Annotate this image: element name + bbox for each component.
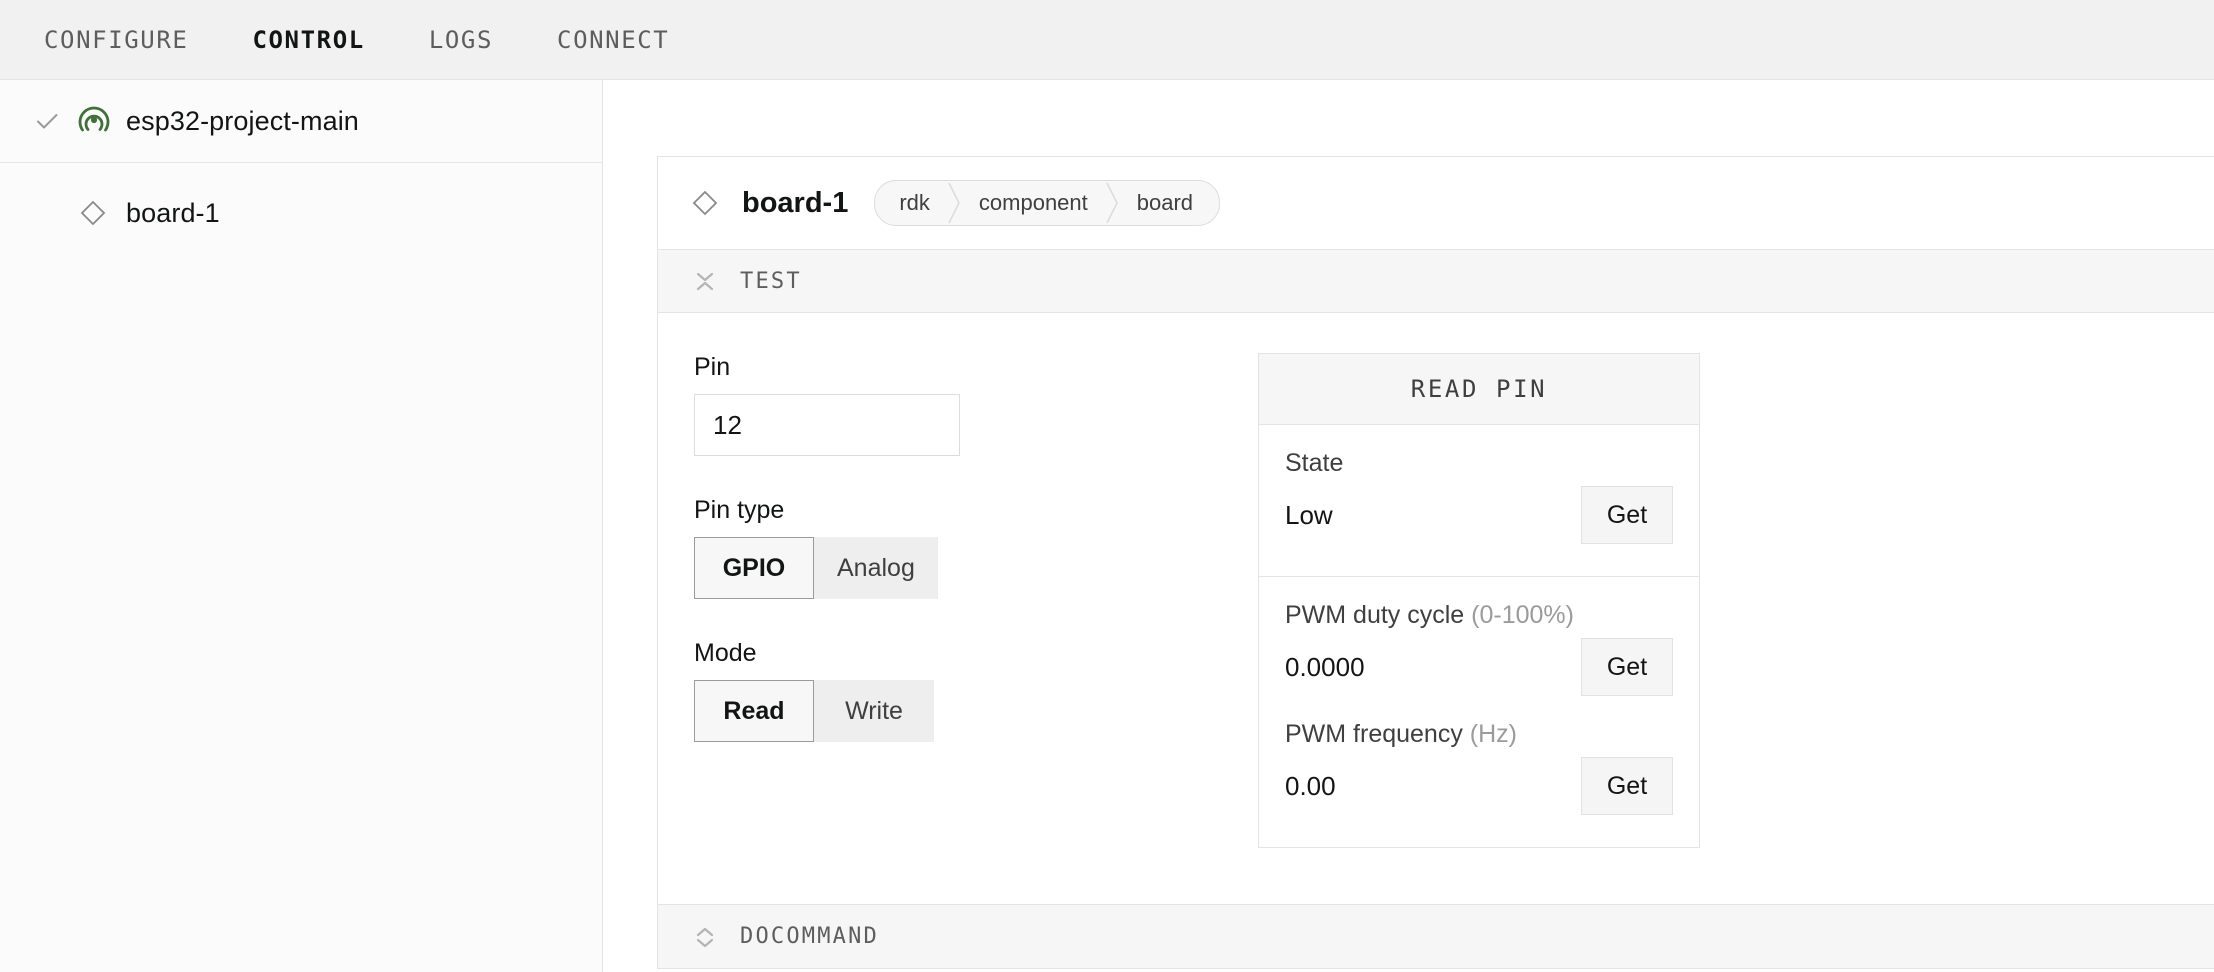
get-pwm-frequency-button[interactable]: Get bbox=[1581, 757, 1673, 815]
diamond-icon bbox=[690, 188, 720, 218]
tab-configure[interactable]: CONFIGURE bbox=[44, 26, 188, 54]
pin-type-option-analog[interactable]: Analog bbox=[814, 537, 938, 599]
pin-input[interactable] bbox=[694, 394, 960, 456]
get-state-button[interactable]: Get bbox=[1581, 486, 1673, 544]
sidebar-item-board-1[interactable]: board-1 bbox=[0, 163, 602, 263]
signal-icon bbox=[78, 105, 110, 137]
mode-option-read[interactable]: Read bbox=[694, 680, 814, 742]
check-icon bbox=[34, 108, 60, 134]
page-body: esp32-project-main board-1 board-1 rdk c… bbox=[0, 80, 2214, 972]
pin-type-option-gpio[interactable]: GPIO bbox=[694, 537, 814, 599]
sidebar-project-label: esp32-project-main bbox=[126, 105, 359, 136]
pwm-frequency-text: PWM frequency bbox=[1285, 720, 1470, 748]
section-label-docommand: DOCOMMAND bbox=[740, 924, 880, 949]
main-content: board-1 rdk component board TEST Pin 12 … bbox=[603, 80, 2214, 972]
panel-header: board-1 rdk component board bbox=[658, 157, 2214, 249]
pin-type-toggle-group: GPIO Analog bbox=[694, 537, 938, 599]
section-label-test: TEST bbox=[740, 268, 802, 294]
sidebar: esp32-project-main board-1 bbox=[0, 80, 603, 972]
pwm-frequency-value: 0.00 bbox=[1285, 770, 1336, 801]
pin-label: Pin bbox=[694, 353, 731, 381]
pwm-duty-cycle-unit: (0-100%) bbox=[1471, 601, 1574, 629]
sidebar-item-project[interactable]: esp32-project-main bbox=[0, 80, 602, 163]
state-value: Low bbox=[1285, 499, 1333, 530]
tab-control[interactable]: CONTROL bbox=[252, 26, 364, 54]
section-header-test[interactable]: TEST bbox=[658, 249, 2214, 313]
breadcrumb-item-component: component bbox=[978, 190, 1088, 215]
state-row: State Low Get bbox=[1259, 425, 1699, 576]
test-section-body: Pin Pin type GPIO Analog Mode Read Write bbox=[658, 313, 2214, 904]
breadcrumb-item-rdk: rdk bbox=[899, 190, 930, 215]
collapse-icon bbox=[694, 268, 716, 294]
state-value-line: Low Get bbox=[1285, 484, 1673, 546]
diamond-icon bbox=[78, 198, 108, 228]
pin-type-label: Pin type bbox=[694, 496, 785, 524]
sidebar-board-label: board-1 bbox=[126, 197, 220, 228]
section-header-docommand[interactable]: DOCOMMAND bbox=[658, 904, 2214, 968]
board-panel: board-1 rdk component board TEST Pin 12 … bbox=[657, 156, 2214, 969]
chevron-right-icon bbox=[1106, 181, 1119, 225]
tab-logs[interactable]: LOGS bbox=[429, 26, 493, 54]
pwm-frequency-value-line: 0.00 Get bbox=[1285, 755, 1673, 817]
pwm-duty-cycle-text: PWM duty cycle bbox=[1285, 601, 1472, 629]
breadcrumb: rdk component board bbox=[874, 180, 1221, 226]
expand-icon bbox=[694, 924, 716, 950]
pin-form: Pin Pin type GPIO Analog Mode Read Write bbox=[694, 353, 1114, 848]
tab-connect[interactable]: CONNECT bbox=[557, 26, 669, 54]
mode-option-write[interactable]: Write bbox=[814, 680, 934, 742]
page-title: board-1 bbox=[742, 186, 849, 219]
pwm-rows: PWM duty cycle (0-100%) 0.0000 Get PWM f… bbox=[1259, 576, 1699, 847]
breadcrumb-item-board: board bbox=[1136, 190, 1194, 215]
chevron-right-icon bbox=[948, 181, 961, 225]
state-label: State bbox=[1285, 449, 1344, 477]
pwm-duty-cycle-label: PWM duty cycle (0-100%) bbox=[1285, 601, 1673, 630]
pwm-frequency-unit: (Hz) bbox=[1469, 720, 1517, 748]
get-pwm-duty-cycle-button[interactable]: Get bbox=[1581, 638, 1673, 696]
pwm-duty-cycle-value-line: 0.0000 Get bbox=[1285, 636, 1673, 698]
read-pin-card-header: READ PIN bbox=[1259, 354, 1699, 425]
pwm-frequency-label: PWM frequency (Hz) bbox=[1285, 720, 1673, 749]
top-navigation-bar: CONFIGURE CONTROL LOGS CONNECT bbox=[0, 0, 2214, 80]
read-pin-card: READ PIN State Low Get PWM duty cycle (0… bbox=[1258, 353, 1700, 848]
mode-toggle-group: Read Write bbox=[694, 680, 934, 742]
read-pin-card-title: READ PIN bbox=[1410, 375, 1548, 403]
pwm-duty-cycle-value: 0.0000 bbox=[1285, 651, 1365, 682]
mode-label: Mode bbox=[694, 639, 757, 667]
